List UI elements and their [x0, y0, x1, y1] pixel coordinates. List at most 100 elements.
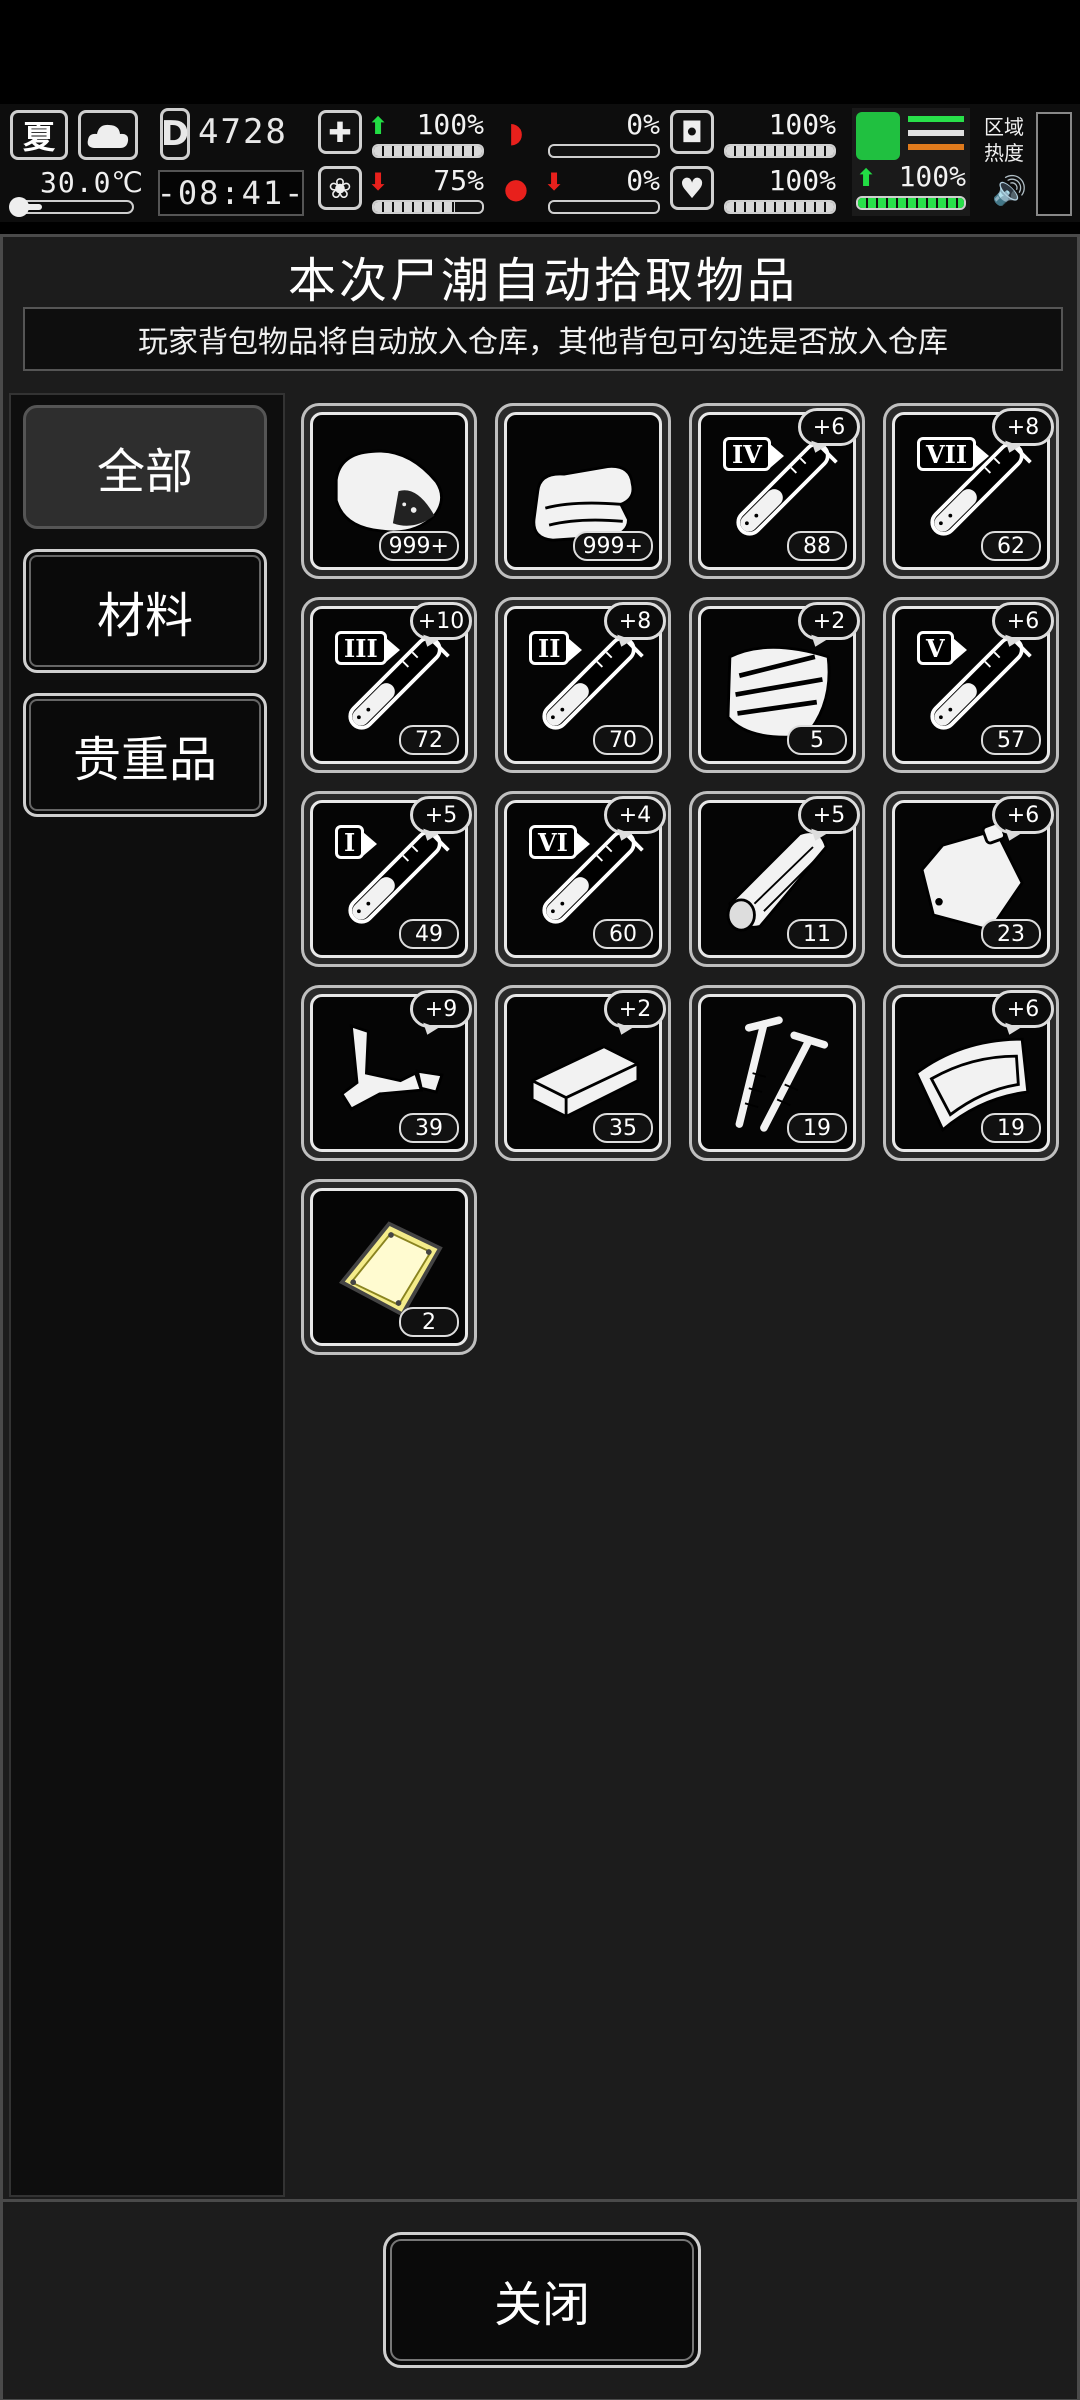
- mood-value: 100%: [768, 164, 836, 197]
- item-slot[interactable]: V 57 +6: [883, 597, 1059, 773]
- blood-stat: ● ⬇ 0%: [494, 164, 664, 216]
- item-slot[interactable]: II 70 +8: [495, 597, 671, 773]
- arrow-down-icon: ⬇: [544, 168, 565, 196]
- bonus-badge: +2: [798, 602, 860, 640]
- stamina-lines: [908, 116, 964, 158]
- stomach-icon: ◗: [508, 115, 524, 149]
- tier-badge: VI: [529, 825, 590, 859]
- notice-text: 玩家背包物品将自动放入仓库，其他背包可勾选是否放入仓库: [23, 307, 1063, 371]
- tier-badge: IV: [723, 437, 784, 471]
- item-count: 60: [593, 919, 653, 949]
- water-bar: [724, 144, 836, 158]
- item-count: 88: [787, 531, 847, 561]
- sanity-bar: [372, 200, 484, 214]
- bonus-badge: +6: [992, 990, 1054, 1028]
- tab-all[interactable]: 全部: [23, 405, 267, 529]
- blood-bar: [548, 200, 660, 214]
- item-count: 39: [399, 1113, 459, 1143]
- tier-badge: V: [917, 631, 967, 665]
- auto-pickup-panel: 本次尸潮自动拾取物品 玩家背包物品将自动放入仓库，其他背包可勾选是否放入仓库 全…: [0, 234, 1080, 2400]
- status-hud: 夏 30.0℃ D 4728 -08:41- ✚ ⬆ 100% ◗ 0% ◘ 100% ❀ ⬇ 7…: [0, 104, 1080, 222]
- day-counter: 4728: [198, 112, 288, 152]
- brain-icon: ❀: [318, 166, 362, 210]
- item-count: 2: [399, 1307, 459, 1337]
- region-heat-label: 区域热度: [984, 115, 1024, 165]
- health-stat: ✚ ⬆ 100%: [318, 108, 488, 160]
- panel-title: 本次尸潮自动拾取物品: [287, 253, 798, 309]
- item-slot[interactable]: I 49 +5: [301, 791, 477, 967]
- arrow-up-icon: ⬆: [856, 164, 877, 192]
- bonus-badge: +8: [992, 408, 1054, 446]
- bonus-badge: +2: [604, 990, 666, 1028]
- item-count: 72: [399, 725, 459, 755]
- bonus-badge: +4: [604, 796, 666, 834]
- speaker-icon[interactable]: 🔊: [992, 174, 1027, 207]
- item-slot[interactable]: VII 62 +8: [883, 403, 1059, 579]
- item-count: 19: [787, 1113, 847, 1143]
- tier-badge: VII: [917, 437, 990, 471]
- item-count: 70: [593, 725, 653, 755]
- bonus-badge: +6: [798, 408, 860, 446]
- item-slot[interactable]: 19 +6: [883, 985, 1059, 1161]
- tab-valuables[interactable]: 贵重品: [23, 693, 267, 817]
- item-count: 62: [981, 531, 1041, 561]
- sanity-value: 75%: [433, 164, 484, 197]
- sanity-stat: ❀ ⬇ 75%: [318, 164, 488, 216]
- arrow-down-icon: ⬇: [368, 168, 389, 196]
- tier-badge: II: [529, 631, 584, 665]
- category-sidebar: 全部 材料 贵重品: [9, 393, 285, 2197]
- close-button[interactable]: 关闭: [383, 2232, 701, 2368]
- item-slot[interactable]: 19: [689, 985, 865, 1161]
- cloud-icon: [78, 110, 138, 160]
- item-slot[interactable]: 999+: [301, 403, 477, 579]
- bonus-badge: +10: [410, 602, 472, 640]
- item-slot[interactable]: 5 +2: [689, 597, 865, 773]
- day-icon: D: [160, 108, 190, 160]
- item-count: 999+: [572, 531, 653, 561]
- item-count: 5: [787, 725, 847, 755]
- thermometer-bar: [9, 197, 134, 217]
- water-icon: ◘: [670, 110, 714, 154]
- hunger-stat: ◗ 0%: [494, 108, 664, 160]
- region-heat-meter: [1036, 112, 1072, 216]
- stamina-panel: ⬆ 100%: [852, 108, 970, 216]
- item-slot[interactable]: VI 60 +4: [495, 791, 671, 967]
- item-count: 19: [981, 1113, 1041, 1143]
- heart-icon: ♥: [670, 166, 714, 210]
- blood-drop-icon: ●: [503, 171, 529, 205]
- medkit-icon: ✚: [318, 110, 362, 154]
- item-slot[interactable]: 35 +2: [495, 985, 671, 1161]
- mood-bar: [724, 200, 836, 214]
- item-slot[interactable]: 999+: [495, 403, 671, 579]
- item-slot[interactable]: IV 88 +6: [689, 403, 865, 579]
- item-slot[interactable]: 11 +5: [689, 791, 865, 967]
- item-slot[interactable]: III 72 +10: [301, 597, 477, 773]
- bonus-badge: +5: [798, 796, 860, 834]
- tier-badge: I: [335, 825, 378, 859]
- season-indicator: 夏: [10, 110, 68, 160]
- water-value: 100%: [768, 108, 836, 141]
- item-slot[interactable]: 2: [301, 1179, 477, 1355]
- item-count: 35: [593, 1113, 653, 1143]
- bonus-badge: +5: [410, 796, 472, 834]
- item-slot[interactable]: 39 +9: [301, 985, 477, 1161]
- bonus-badge: +6: [992, 796, 1054, 834]
- item-count: 57: [981, 725, 1041, 755]
- bonus-badge: +6: [992, 602, 1054, 640]
- game-clock: -08:41-: [157, 170, 304, 216]
- item-count: 23: [981, 919, 1041, 949]
- health-bar: [372, 144, 484, 158]
- tab-materials[interactable]: 材料: [23, 549, 267, 673]
- health-value: 100%: [416, 108, 484, 141]
- water-stat: ◘ 100%: [670, 108, 840, 160]
- temperature-readout: 30.0℃: [40, 166, 144, 199]
- season-label: 夏: [22, 118, 55, 156]
- boot-icon: [856, 112, 900, 160]
- hunger-bar: [548, 144, 660, 158]
- item-slot[interactable]: 23 +6: [883, 791, 1059, 967]
- arrow-up-icon: ⬆: [368, 112, 389, 140]
- bonus-badge: +9: [410, 990, 472, 1028]
- blood-value: 0%: [626, 164, 660, 197]
- tier-badge: III: [335, 631, 400, 665]
- hunger-value: 0%: [626, 108, 660, 141]
